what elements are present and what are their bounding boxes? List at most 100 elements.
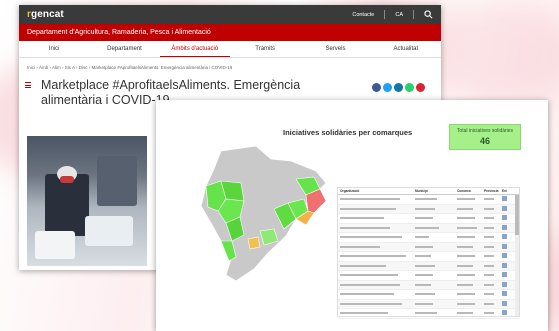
contact-link[interactable]: Contacte [352,12,374,18]
link-icon[interactable] [502,291,507,297]
table-cell [338,264,415,267]
table-cell [415,236,457,239]
table-cell [484,312,502,315]
menu-item-inici[interactable]: Inici [19,42,89,56]
table-cell [338,207,415,210]
table-row[interactable] [338,242,519,252]
hamburger-icon[interactable] [25,82,31,88]
table-row[interactable] [338,195,519,205]
breadcrumb[interactable]: Inici › Àmb › Alim › Sis A › Disc › Mark… [19,58,441,70]
table-cell [338,312,415,315]
table-cell [415,198,457,201]
table-cell [415,293,457,296]
column-header[interactable]: Província [484,189,502,193]
link-icon[interactable] [502,205,507,211]
linkedin-icon[interactable] [394,83,403,92]
whatsapp-icon[interactable] [405,83,414,92]
table-row[interactable] [338,223,519,233]
table-cell [484,217,502,220]
twitter-icon[interactable] [383,83,392,92]
table-cell [457,217,484,220]
table-cell [457,236,484,239]
table-cell [484,283,502,286]
link-icon[interactable] [502,234,507,240]
table-cell [457,274,484,277]
kpi-label: Total iniciatives solidàries [456,128,514,134]
divider [413,10,414,19]
menu-item-ambits[interactable]: Àmbits d'actuació [159,42,230,57]
table-cell [484,207,502,210]
article-photo [27,136,147,266]
search-icon[interactable] [424,10,433,19]
department-bar[interactable]: Departament d'Agricultura, Ramaderia, Pe… [19,24,441,41]
initiatives-title: Iniciatives solidàries per comarques [283,128,413,137]
link-icon[interactable] [502,300,507,306]
column-header[interactable]: Enl [502,189,512,193]
menu-item-serveis[interactable]: Serveis [300,42,370,56]
catalonia-map[interactable] [196,141,336,291]
gencat-logo[interactable]: rgencat [27,9,64,20]
table-row[interactable] [338,271,519,281]
table-cell [457,198,484,201]
facebook-icon[interactable] [372,83,381,92]
menu-item-actualitat[interactable]: Actualitat [371,42,441,56]
table-body [338,195,519,319]
link-icon[interactable] [502,196,507,202]
table-row[interactable] [338,204,519,214]
divider [384,10,386,19]
table-row[interactable] [338,252,519,262]
link-icon[interactable] [502,215,507,221]
table-cell [457,312,484,315]
table-cell [415,283,457,286]
table-cell [415,264,457,267]
column-header[interactable]: Municipi [415,189,457,193]
table-cell [484,236,502,239]
menu-item-departament[interactable]: Departament [89,42,159,56]
table-cell [415,302,457,305]
main-menu: Inici Departament Àmbits d'actuació Tràm… [19,41,441,58]
table-row[interactable] [338,290,519,300]
column-header[interactable]: Comarca [457,189,484,193]
table-cell [338,236,415,239]
link-icon[interactable] [502,243,507,249]
table-cell [415,255,457,258]
link-icon[interactable] [502,262,507,268]
link-icon[interactable] [502,281,507,287]
table-cell [484,293,502,296]
table-cell [457,264,484,267]
initiatives-window: Iniciatives solidàries per comarques Tot… [156,100,548,331]
table-cell [338,283,415,286]
table-row[interactable] [338,233,519,243]
link-icon[interactable] [502,224,507,230]
table-cell [338,226,415,229]
table-row[interactable] [338,214,519,224]
table-scrollbar[interactable] [515,195,519,316]
table-row[interactable] [338,309,519,319]
table-row[interactable] [338,261,519,271]
table-row[interactable] [338,299,519,309]
table-cell [457,283,484,286]
table-cell [338,245,415,248]
link-icon[interactable] [502,310,507,316]
table-cell [415,217,457,220]
table-header: Organització Municipi Comarca Província … [338,188,519,195]
table-row[interactable] [338,280,519,290]
table-cell [457,302,484,305]
column-header[interactable]: Organització [338,189,415,193]
table-cell [457,245,484,248]
table-cell [457,255,484,258]
menu-item-tramits[interactable]: Tràmits [230,42,300,56]
map-region-orange [247,236,261,250]
table-cell [338,274,415,277]
table-cell [415,207,457,210]
table-cell [484,264,502,267]
kpi-card: Total iniciatives solidàries 46 [449,124,521,150]
language-selector[interactable]: CA [395,12,403,18]
link-icon[interactable] [502,253,507,259]
table-cell [415,226,457,229]
email-icon[interactable] [416,83,425,92]
link-icon[interactable] [502,272,507,278]
table-cell [457,226,484,229]
table-cell [338,255,415,258]
scrollbar-thumb[interactable] [515,195,519,235]
